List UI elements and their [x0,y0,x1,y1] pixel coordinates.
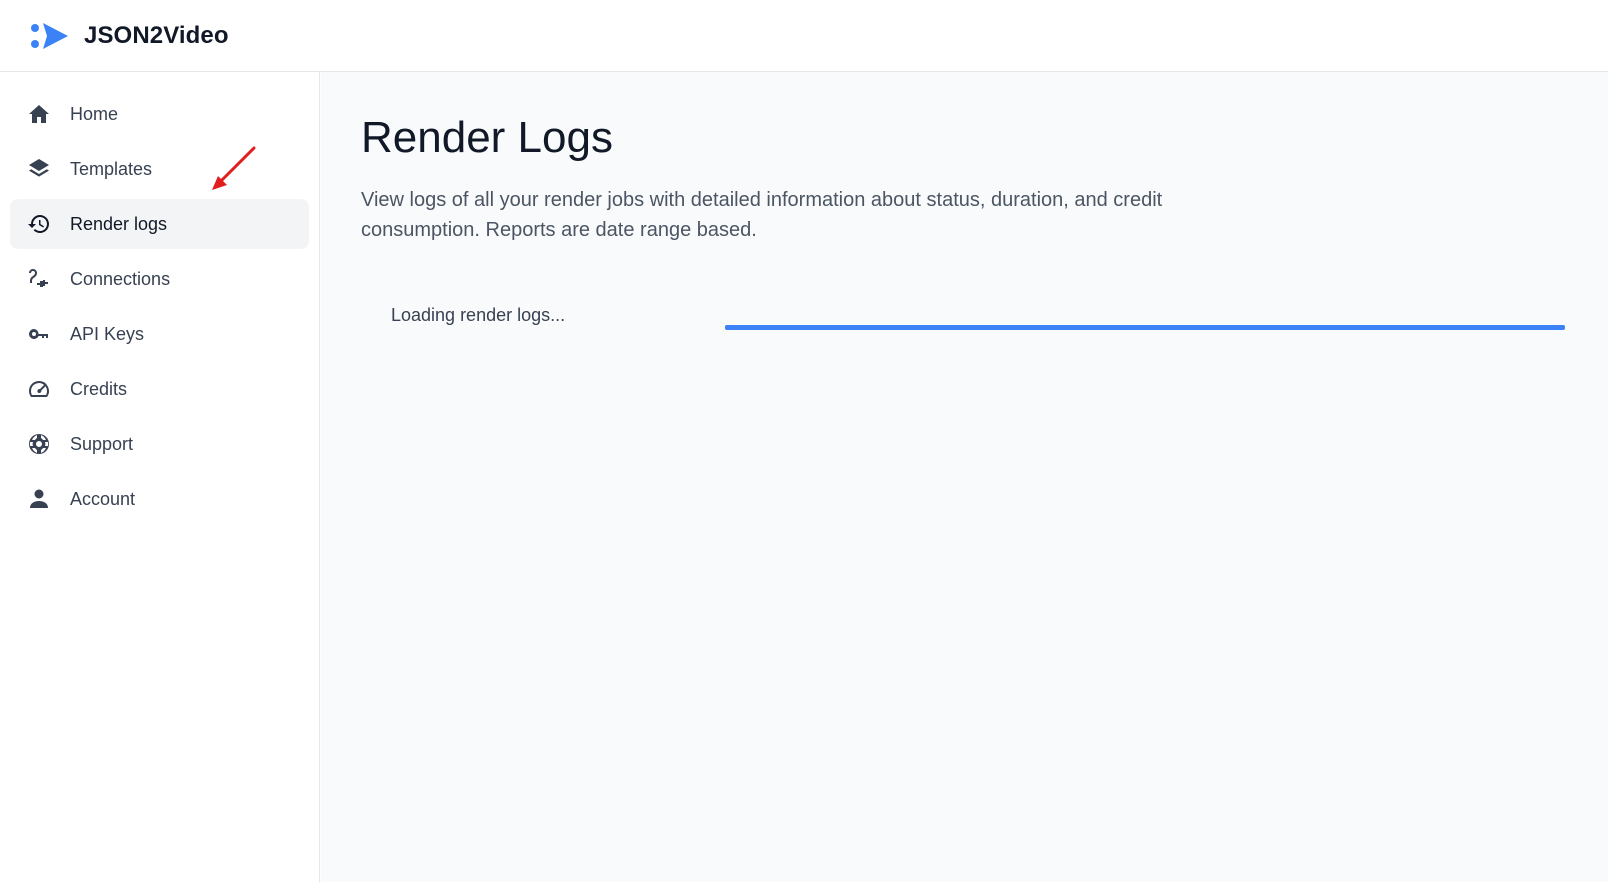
key-icon [26,321,52,347]
history-icon [26,211,52,237]
page-title: Render Logs [361,113,613,162]
sidebar-item-label: Support [70,433,134,454]
sidebar-item-templates[interactable]: Templates [10,144,309,194]
annotation-arrow-icon [212,146,256,190]
sidebar-item-account[interactable]: Account [10,474,309,524]
loading-indicator: Loading render logs... [361,305,1568,345]
page-description: View logs of all your render jobs with d… [361,188,1163,241]
loading-text: Loading render logs... [391,304,566,325]
sidebar-item-label: API Keys [70,323,145,344]
sidebar-item-label: Connections [70,268,171,289]
main-content: Render Logs View logs of all your render… [321,72,1608,882]
sidebar-item-label: Account [70,488,136,509]
sidebar-item-label: Home [70,103,119,124]
sidebar-item-home[interactable]: Home [10,89,309,139]
top-bar: JSON2Video [0,0,1608,72]
sidebar-item-label: Render logs [70,213,168,234]
logo-icon[interactable] [30,21,70,51]
sidebar-item-support[interactable]: Support [10,419,309,469]
sidebar-item-render-logs[interactable]: Render logs [10,199,309,249]
plug-icon [26,266,52,292]
sidebar-item-api-keys[interactable]: API Keys [10,309,309,359]
brand-name[interactable]: JSON2Video [84,22,229,50]
progress-bar [725,324,1565,330]
home-icon [26,101,52,127]
user-icon [26,486,52,512]
sidebar-item-label: Credits [70,378,128,399]
sidebar-item-credits[interactable]: Credits [10,364,309,414]
sidebar: Home Templates Render logs Connections A… [0,72,320,882]
gauge-icon [26,376,52,402]
layers-icon [26,156,52,182]
lifebuoy-icon [26,431,52,457]
sidebar-item-connections[interactable]: Connections [10,254,309,304]
sidebar-item-label: Templates [70,158,153,179]
progress-fill [725,324,1565,330]
